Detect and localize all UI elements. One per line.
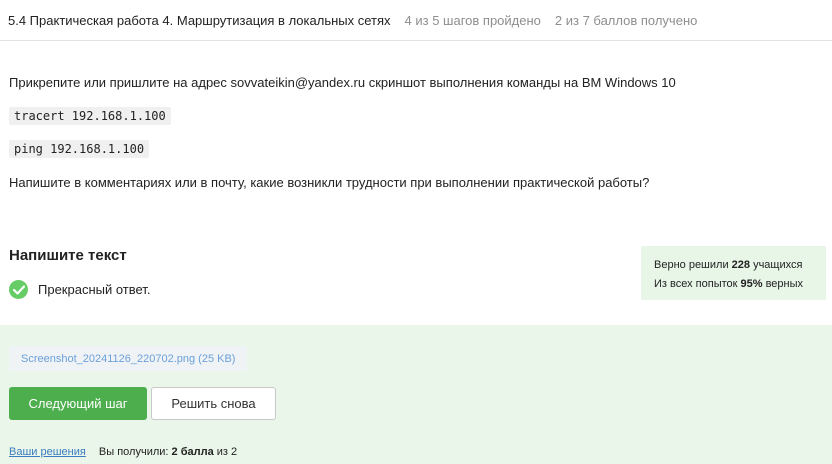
next-step-button[interactable]: Следующий шаг (9, 387, 147, 420)
task-question: Напишите в комментариях или в почту, как… (9, 175, 650, 190)
check-circle-icon (9, 280, 28, 299)
score-value: 2 балла (171, 446, 214, 458)
stats-success-line: Из всех попыток 95% верных (654, 278, 804, 290)
stats-box: Верно решили 228 учащихся Из всех попыто… (641, 246, 826, 300)
lesson-title: 5.4 Практическая работа 4. Маршрутизация… (8, 12, 391, 28)
command-tracert: tracert 192.168.1.100 (9, 107, 171, 125)
answer-heading: Напишите текст (9, 247, 127, 264)
step-header: 5.4 Практическая работа 4. Маршрутизация… (0, 0, 832, 41)
retry-button[interactable]: Решить снова (151, 387, 276, 420)
your-solutions-link[interactable]: Ваши решения (9, 446, 86, 458)
feedback-text: Прекрасный ответ. (38, 282, 151, 297)
points-progress: 2 из 7 баллов получено (554, 12, 698, 28)
answer-feedback: Прекрасный ответ. (9, 280, 150, 299)
stats-solved-line: Верно решили 228 учащихся (654, 259, 803, 271)
stats-solved-count: 228 (731, 259, 751, 271)
stats-success-rate: 95% (740, 278, 763, 290)
command-ping: ping 192.168.1.100 (9, 140, 150, 158)
score-line: Ваши решения Вы получили: 2 балла из 2 (9, 446, 238, 458)
task-instruction: Прикрепите или пришлите на адрес sovvate… (9, 75, 676, 90)
steps-progress: 4 из 5 шагов пройдено (404, 12, 541, 28)
attachment-file-link[interactable]: Screenshot_20241126_220702.png (25 KB) (9, 346, 248, 371)
